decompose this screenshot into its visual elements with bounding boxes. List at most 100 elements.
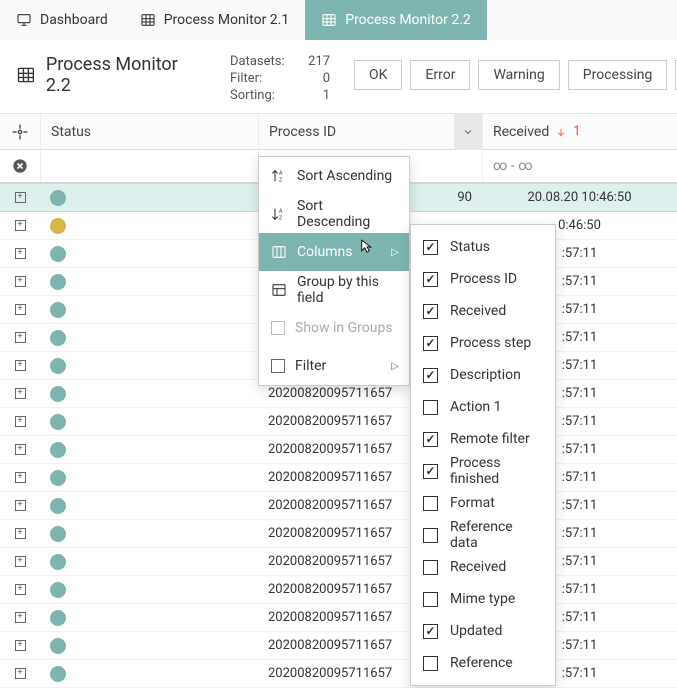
expand-row[interactable]: + xyxy=(0,276,40,287)
status-filter-warning[interactable]: Warning xyxy=(478,60,559,90)
status-filter-ok[interactable]: OK xyxy=(354,60,402,90)
column-option[interactable]: Action 1 xyxy=(411,391,555,423)
menu-filter[interactable]: Filter ▷ xyxy=(259,347,409,385)
filter-received[interactable]: ∞ - ∞ xyxy=(482,150,677,182)
column-option[interactable]: Received xyxy=(411,551,555,583)
column-option-label: Updated xyxy=(450,623,502,639)
col-header-process[interactable]: Process ID xyxy=(258,114,482,149)
tab-2[interactable]: Process Monitor 2.2 xyxy=(305,0,487,40)
column-option-label: Description xyxy=(450,367,521,383)
stats: Datasets:217 Filter:0 Sorting:1 xyxy=(230,54,330,103)
cell-status xyxy=(40,386,258,402)
plus-icon: + xyxy=(15,416,26,427)
status-dot xyxy=(50,666,66,682)
status-filter-error[interactable]: Error xyxy=(410,60,470,90)
page-title-text: Process Monitor 2.2 xyxy=(46,54,206,96)
column-option[interactable]: Reference xyxy=(411,647,555,679)
column-context-menu: AZ Sort Ascending AZ Sort Descending Col… xyxy=(258,156,410,386)
table-row[interactable]: +20200820095711657:57:11 xyxy=(0,520,677,548)
expand-row[interactable]: + xyxy=(0,388,40,399)
menu-sort-asc[interactable]: AZ Sort Ascending xyxy=(259,157,409,195)
tab-label: Dashboard xyxy=(40,12,108,28)
plus-icon: + xyxy=(15,304,26,315)
expand-row[interactable]: + xyxy=(0,332,40,343)
status-dot xyxy=(50,358,66,374)
col-header-dropdown-trigger[interactable] xyxy=(454,114,482,150)
col-header-status[interactable]: Status xyxy=(40,114,258,149)
sort-indicator: 1 xyxy=(573,124,580,139)
svg-text:Z: Z xyxy=(279,215,282,221)
plus-icon: + xyxy=(15,192,26,203)
status-filter-processing[interactable]: Processing xyxy=(568,60,668,90)
col-header-received[interactable]: Received 1 xyxy=(482,114,677,149)
expand-row[interactable]: + xyxy=(0,248,40,259)
table-row[interactable]: +20200820095711657:57:11 xyxy=(0,436,677,464)
checkbox-icon xyxy=(423,336,438,351)
table-row[interactable]: +20200820095711657:57:11 xyxy=(0,492,677,520)
table-row[interactable]: +20200820095711657:57:11 xyxy=(0,464,677,492)
svg-text:A: A xyxy=(279,209,283,215)
expand-row[interactable]: + xyxy=(0,556,40,567)
cell-status xyxy=(40,470,258,486)
plus-icon: + xyxy=(15,276,26,287)
menu-sort-desc[interactable]: AZ Sort Descending xyxy=(259,195,409,233)
expand-row[interactable]: + xyxy=(0,444,40,455)
clear-icon xyxy=(10,156,30,176)
table-row[interactable]: +20200820095711657:57:11 xyxy=(0,576,677,604)
expand-row[interactable]: + xyxy=(0,192,40,203)
menu-group-by[interactable]: Group by this field xyxy=(259,271,409,309)
menu-show-groups: Show in Groups xyxy=(259,309,409,347)
svg-text:Z: Z xyxy=(279,177,282,183)
table-icon xyxy=(140,12,156,28)
menu-columns[interactable]: Columns ▷ xyxy=(259,233,409,271)
expand-row[interactable]: + xyxy=(0,640,40,651)
expand-row[interactable]: + xyxy=(0,668,40,679)
table-row[interactable]: +20200820095711657:57:11 xyxy=(0,660,677,688)
status-dot xyxy=(50,554,66,570)
cell-received: 20.08.20 10:46:50 xyxy=(482,190,677,205)
column-option[interactable]: Remote filter xyxy=(411,423,555,455)
stat-filter-val: 0 xyxy=(300,71,330,86)
column-option[interactable]: Mime type xyxy=(411,583,555,615)
table-row[interactable]: +20200820095711657:57:11 xyxy=(0,408,677,436)
column-option[interactable]: Updated xyxy=(411,615,555,647)
column-option-label: Remote filter xyxy=(450,431,530,447)
column-option[interactable]: Status xyxy=(411,231,555,263)
tab-0[interactable]: Dashboard xyxy=(0,0,124,40)
clear-filters[interactable] xyxy=(0,150,40,182)
expand-row[interactable]: + xyxy=(0,500,40,511)
table-row[interactable]: +20200820095711657:57:11 xyxy=(0,632,677,660)
checkbox-icon xyxy=(423,624,438,639)
status-dot xyxy=(50,638,66,654)
page-title: Process Monitor 2.2 xyxy=(16,54,206,96)
expand-row[interactable]: + xyxy=(0,528,40,539)
filter-status[interactable] xyxy=(40,150,258,182)
column-option[interactable]: Process finished xyxy=(411,455,555,487)
tab-1[interactable]: Process Monitor 2.1 xyxy=(124,0,306,40)
col-expand-all[interactable] xyxy=(0,114,40,149)
checkbox-icon xyxy=(423,656,438,671)
expand-row[interactable]: + xyxy=(0,584,40,595)
column-option[interactable]: Reference data xyxy=(411,519,555,551)
column-option[interactable]: Received xyxy=(411,295,555,327)
page-header: Process Monitor 2.2 Datasets:217 Filter:… xyxy=(0,40,677,114)
expand-row[interactable]: + xyxy=(0,472,40,483)
monitor-icon xyxy=(16,12,32,28)
expand-row[interactable]: + xyxy=(0,360,40,371)
status-dot xyxy=(50,498,66,514)
expand-row[interactable]: + xyxy=(0,304,40,315)
table-row[interactable]: +20200820095711657:57:11 xyxy=(0,548,677,576)
table-row[interactable]: +20200820095711657:57:11 xyxy=(0,604,677,632)
expand-row[interactable]: + xyxy=(0,220,40,231)
cell-status xyxy=(40,302,258,318)
column-option[interactable]: Process ID xyxy=(411,263,555,295)
column-option[interactable]: Description xyxy=(411,359,555,391)
plus-icon: + xyxy=(15,248,26,259)
expand-row[interactable]: + xyxy=(0,612,40,623)
plus-icon: + xyxy=(15,444,26,455)
expand-row[interactable]: + xyxy=(0,416,40,427)
stat-datasets-val: 217 xyxy=(300,54,330,69)
plus-icon: + xyxy=(15,612,26,623)
column-option[interactable]: Format xyxy=(411,487,555,519)
column-option[interactable]: Process step xyxy=(411,327,555,359)
